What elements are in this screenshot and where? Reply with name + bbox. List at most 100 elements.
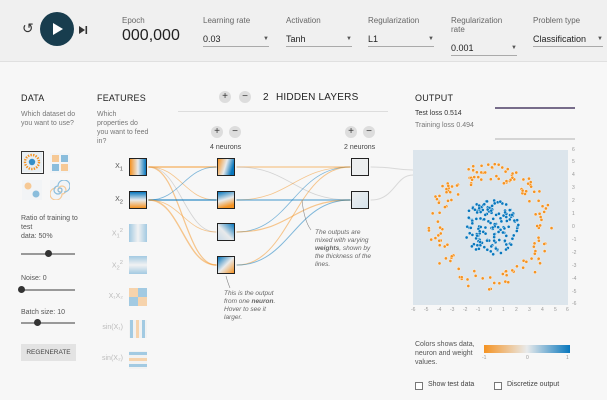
orange-point bbox=[526, 181, 530, 186]
orange-point bbox=[537, 238, 541, 243]
orange-point bbox=[496, 162, 501, 167]
output-plot[interactable] bbox=[413, 150, 568, 305]
orange-point bbox=[475, 170, 479, 175]
orange-point bbox=[487, 287, 492, 292]
orange-point bbox=[446, 199, 450, 203]
orange-point bbox=[505, 167, 510, 171]
x-tick: 0 bbox=[489, 307, 492, 313]
orange-point bbox=[504, 179, 509, 183]
blue-point bbox=[516, 223, 521, 227]
orange-point bbox=[506, 280, 511, 285]
orange-point bbox=[492, 281, 497, 285]
orange-point bbox=[497, 281, 502, 286]
orange-point bbox=[465, 277, 470, 282]
orange-point bbox=[436, 233, 441, 238]
orange-point bbox=[524, 260, 529, 264]
blue-point bbox=[485, 207, 490, 212]
orange-point bbox=[473, 274, 478, 278]
orange-point bbox=[479, 164, 484, 168]
orange-point bbox=[514, 170, 519, 175]
y-tick: -4 bbox=[572, 276, 577, 282]
orange-point bbox=[549, 226, 554, 230]
training-loss: Training loss 0.494 bbox=[415, 122, 474, 129]
orange-point bbox=[533, 270, 537, 274]
y-tick: -2 bbox=[572, 250, 577, 256]
orange-point bbox=[444, 187, 449, 191]
orange-point bbox=[466, 284, 471, 288]
x-tick: 5 bbox=[554, 307, 557, 313]
orange-point bbox=[440, 184, 445, 188]
orange-point bbox=[537, 211, 542, 216]
blue-point bbox=[512, 218, 517, 223]
blue-point bbox=[504, 234, 509, 238]
y-tick: -3 bbox=[572, 263, 577, 269]
blue-point bbox=[477, 229, 482, 234]
output-scatter bbox=[427, 162, 554, 292]
blue-point bbox=[467, 209, 471, 213]
blue-point bbox=[469, 226, 473, 230]
show-test-data-checkbox[interactable] bbox=[415, 382, 423, 390]
orange-point bbox=[496, 177, 501, 181]
orange-point bbox=[437, 194, 442, 198]
legend-min: -1 bbox=[482, 355, 487, 361]
x-tick: 2 bbox=[515, 307, 518, 313]
orange-point bbox=[536, 256, 541, 261]
orange-point bbox=[449, 254, 454, 259]
orange-point bbox=[449, 198, 454, 202]
orange-point bbox=[532, 244, 536, 249]
blue-point bbox=[507, 208, 512, 212]
test-loss-label: Test loss bbox=[415, 110, 443, 117]
blue-point bbox=[482, 217, 486, 222]
blue-point bbox=[491, 217, 496, 221]
blue-point bbox=[483, 225, 488, 230]
orange-point bbox=[510, 175, 515, 180]
discretize-output-checkbox[interactable] bbox=[494, 382, 502, 390]
blue-point bbox=[492, 238, 496, 243]
orange-point bbox=[433, 194, 438, 199]
orange-point bbox=[471, 168, 475, 172]
orange-point bbox=[456, 192, 460, 197]
orange-point bbox=[542, 210, 546, 214]
orange-point bbox=[544, 206, 548, 211]
blue-point bbox=[490, 204, 494, 208]
color-legend-text: Colors shows data, neuron and weight val… bbox=[415, 341, 475, 366]
x-tick: 4 bbox=[541, 307, 544, 313]
orange-point bbox=[490, 165, 494, 170]
orange-point bbox=[539, 218, 544, 222]
orange-point bbox=[438, 225, 442, 230]
legend-mid: 0 bbox=[526, 355, 529, 361]
orange-point bbox=[450, 184, 454, 189]
orange-point bbox=[536, 235, 541, 240]
orange-point bbox=[533, 212, 538, 217]
orange-point bbox=[520, 188, 525, 193]
orange-point bbox=[532, 241, 537, 246]
orange-point bbox=[444, 256, 448, 261]
orange-point bbox=[510, 171, 515, 176]
x-axis: -6 -5 -4 -3 -2 -1 0 1 2 3 4 5 6 bbox=[411, 307, 573, 315]
orange-point bbox=[486, 162, 491, 167]
orange-point bbox=[521, 265, 525, 270]
y-tick: 1 bbox=[572, 211, 575, 217]
orange-point bbox=[504, 269, 508, 274]
blue-point bbox=[489, 208, 494, 213]
test-loss-value: 0.514 bbox=[444, 110, 462, 117]
orange-point bbox=[500, 165, 505, 170]
x-tick: -4 bbox=[437, 307, 442, 313]
discretize-output-label: Discretize output bbox=[507, 381, 560, 388]
blue-point bbox=[503, 210, 507, 215]
blue-point bbox=[508, 217, 512, 222]
blue-point bbox=[485, 199, 489, 204]
blue-point bbox=[485, 238, 489, 243]
orange-point bbox=[427, 228, 431, 233]
orange-point bbox=[521, 177, 526, 182]
output-title: OUTPUT bbox=[415, 93, 454, 103]
orange-point bbox=[538, 261, 542, 266]
orange-point bbox=[540, 204, 545, 209]
loss-curve bbox=[495, 107, 575, 140]
blue-point bbox=[498, 216, 503, 221]
y-tick: 4 bbox=[572, 172, 575, 178]
blue-point bbox=[482, 202, 487, 207]
orange-point bbox=[494, 174, 499, 178]
orange-point bbox=[533, 251, 537, 256]
blue-point bbox=[475, 210, 479, 215]
